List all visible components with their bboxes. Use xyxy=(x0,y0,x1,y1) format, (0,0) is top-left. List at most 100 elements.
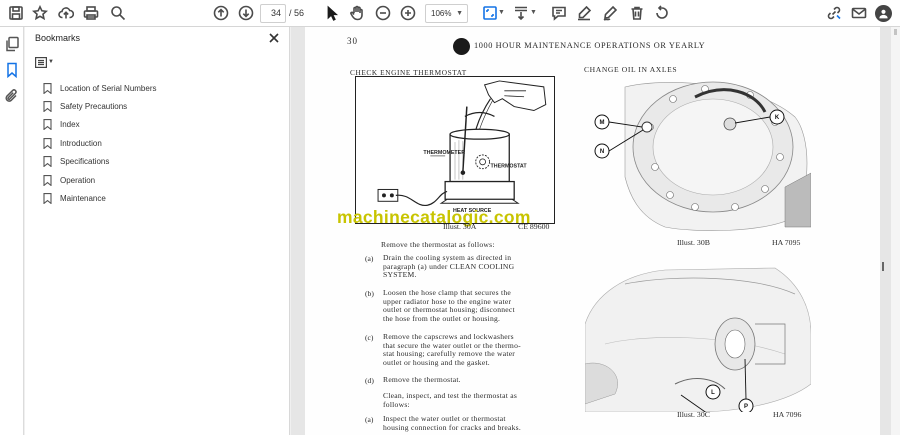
step-text-line: the hose from the outlet or housing. xyxy=(383,314,501,324)
expand-right-panel-handle[interactable] xyxy=(882,262,884,271)
bookmark-item[interactable]: Maintenance xyxy=(43,189,273,207)
chevron-down-icon[interactable]: ▼ xyxy=(530,9,537,16)
list-options-icon xyxy=(35,56,47,68)
label-thermometer: THERMOMETER xyxy=(423,150,465,156)
cloud-upload-icon[interactable] xyxy=(56,4,76,22)
bookmark-label: Specifications xyxy=(60,157,110,167)
zoom-level-dropdown[interactable]: 106% ▼ xyxy=(425,4,468,23)
fit-page-icon[interactable] xyxy=(480,4,500,22)
chevron-down-icon: ▼ xyxy=(48,59,54,65)
bookmark-icon xyxy=(43,119,52,131)
page-thumbnails-icon[interactable] xyxy=(4,36,20,52)
vertical-scrollbar[interactable] xyxy=(891,27,900,435)
code-illus-30c: HA 7096 xyxy=(773,410,802,419)
bookmark-item[interactable]: Operation xyxy=(43,171,273,189)
callout-k: K xyxy=(775,115,780,121)
print-icon[interactable] xyxy=(81,4,101,22)
zoom-search-icon[interactable] xyxy=(108,4,128,22)
page-separator: / xyxy=(289,8,292,18)
bookmark-item[interactable]: Introduction xyxy=(43,134,273,152)
hand-tool-icon[interactable] xyxy=(347,4,367,22)
section-title-axles: CHANGE OIL IN AXLES xyxy=(584,65,678,74)
bookmark-icon xyxy=(43,174,52,186)
page-heading: 1000 HOUR MAINTENANCE OPERATIONS OR YEAR… xyxy=(474,41,706,50)
bookmark-icon xyxy=(43,82,52,94)
user-avatar-icon[interactable] xyxy=(875,5,892,22)
bookmark-label: Maintenance xyxy=(60,194,106,204)
bookmark-options-button[interactable]: ▼ xyxy=(35,55,56,69)
bookmark-icon xyxy=(43,193,52,205)
step-text-line: housing connection for cracks and breaks… xyxy=(383,422,522,432)
callout-l-marker: L xyxy=(705,384,721,400)
bookmark-label: Location of Serial Numbers xyxy=(60,83,157,93)
bookmarks-panel: Bookmarks ▼ Location of Serial Numbers Sa… xyxy=(25,27,290,435)
zoom-in-icon[interactable] xyxy=(398,4,418,22)
step-marker: (c) xyxy=(365,333,374,342)
bookmark-item[interactable]: Index xyxy=(43,116,273,134)
share-link-icon[interactable] xyxy=(824,4,844,22)
callout-l: L xyxy=(711,390,715,396)
mail-icon[interactable] xyxy=(849,4,869,22)
star-bookmark-icon[interactable] xyxy=(30,4,50,22)
total-pages: 56 xyxy=(294,8,305,18)
caption-illus-30b: Illust. 30B xyxy=(677,238,710,247)
step-text-line: outlet or housing and the gasket. xyxy=(383,358,490,368)
previous-page-icon[interactable] xyxy=(211,4,231,22)
step-text-line: Clean, inspect, and test the thermostat … xyxy=(383,391,518,400)
bookmark-label: Introduction xyxy=(60,138,102,148)
zoom-level-value: 106% xyxy=(431,9,452,18)
scroll-mode-icon[interactable] xyxy=(511,4,531,22)
delete-trash-icon[interactable] xyxy=(627,4,647,22)
heading-bullet xyxy=(453,38,470,55)
code-illus-30a: CE 89600 xyxy=(518,222,550,231)
scrollbar-thumb[interactable] xyxy=(894,29,897,35)
panel-title: Bookmarks xyxy=(35,33,81,43)
code-illus-30b: HA 7095 xyxy=(772,238,801,247)
left-navigation-rail xyxy=(0,27,24,435)
label-thermostat: THERMOSTAT xyxy=(491,164,528,170)
save-icon[interactable] xyxy=(6,4,26,22)
page-number-input[interactable]: 34 xyxy=(260,4,286,23)
pdf-viewer-window: 34 / 56 106% ▼ ▼ ▼ Bookmarks ▼ Location … xyxy=(0,0,900,435)
undo-rotate-icon[interactable] xyxy=(652,4,672,22)
document-page: 30 1000 HOUR MAINTENANCE OPERATIONS OR Y… xyxy=(305,27,880,435)
zoom-out-icon[interactable] xyxy=(373,4,393,22)
illustration-30c-axle: P xyxy=(584,264,812,417)
caption-illus-30a: Illust. 30A xyxy=(443,222,477,231)
step-text-line: SYSTEM. xyxy=(383,270,417,280)
callout-p: P xyxy=(744,404,748,410)
chevron-down-icon[interactable]: ▼ xyxy=(498,9,505,16)
step-marker: (d) xyxy=(365,376,374,385)
callout-n: N xyxy=(600,149,604,155)
intro-text: Remove the thermostat as follows: xyxy=(381,240,495,249)
step-marker: (b) xyxy=(365,289,374,298)
close-icon[interactable] xyxy=(268,31,280,43)
bookmark-icon xyxy=(43,101,52,113)
illustration-30b-axle: M N K xyxy=(585,77,812,233)
caption-illus-30c: Illust. 30C xyxy=(677,410,710,419)
draw-signature-icon[interactable] xyxy=(600,4,620,22)
bookmark-item[interactable]: Specifications xyxy=(43,153,273,171)
select-cursor-icon[interactable] xyxy=(322,4,342,22)
bookmark-icon xyxy=(43,156,52,168)
top-toolbar: 34 / 56 106% ▼ ▼ ▼ xyxy=(0,0,900,27)
bookmark-item[interactable]: Location of Serial Numbers xyxy=(43,79,273,97)
step-text-line: follows: xyxy=(383,399,410,409)
highlight-pen-icon[interactable] xyxy=(574,4,594,22)
bookmarks-panel-icon[interactable] xyxy=(4,62,20,79)
bookmark-item[interactable]: Safety Precautions xyxy=(43,97,273,115)
bookmark-label: Index xyxy=(60,120,80,130)
illustration-30a-thermostat-test: THERMOMETER THERMOSTAT HEAT SOURCE xyxy=(355,76,555,224)
attachments-paperclip-icon[interactable] xyxy=(4,88,20,104)
callout-m: M xyxy=(600,120,605,126)
page-number-printed: 30 xyxy=(347,36,358,46)
page-count: / 56 xyxy=(289,8,304,18)
next-page-icon[interactable] xyxy=(236,4,256,22)
comment-icon[interactable] xyxy=(549,4,569,22)
bookmark-label: Operation xyxy=(60,175,96,185)
bookmark-label: Safety Precautions xyxy=(60,102,128,112)
chevron-down-icon: ▼ xyxy=(456,10,463,17)
bookmark-list: Location of Serial Numbers Safety Precaut… xyxy=(43,79,273,208)
watermark-text: machinecatalogic.com xyxy=(337,207,531,227)
step-marker: (a) xyxy=(365,415,374,424)
